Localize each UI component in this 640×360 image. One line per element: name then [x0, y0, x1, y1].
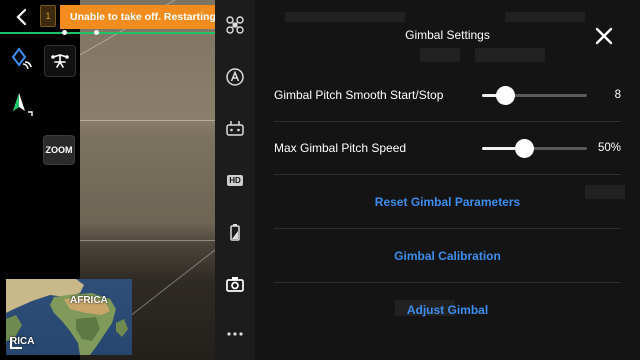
adjust-gimbal-row: Adjust Gimbal	[274, 283, 621, 337]
panel-title: Gimbal Settings	[405, 28, 490, 42]
map-mode-button[interactable]	[10, 47, 34, 71]
status-progress-line	[0, 32, 215, 34]
a-circle-icon	[226, 68, 244, 86]
remote-controller-tab[interactable]	[225, 119, 245, 139]
close-button[interactable]	[594, 26, 614, 46]
remote-controller-icon	[226, 121, 244, 136]
minimap-label-africa: AFRICA	[70, 295, 108, 306]
more-tab[interactable]	[225, 324, 245, 344]
battery-level-badge: 1	[40, 5, 56, 27]
track-mode-button[interactable]	[44, 45, 76, 77]
gimbal-calibration-button[interactable]: Gimbal Calibration	[274, 229, 621, 283]
setting-value: 50%	[597, 142, 621, 154]
settings-toolbar: HD	[215, 0, 255, 360]
gimbal-calibration-row: Gimbal Calibration	[274, 229, 621, 283]
slider-thumb[interactable]	[496, 86, 516, 105]
battery-tab[interactable]	[225, 222, 245, 242]
alert-banner[interactable]: Unable to take off. Restarting aircraft.…	[60, 5, 215, 29]
slider-thumb[interactable]	[515, 139, 534, 158]
reset-gimbal-parameters-button[interactable]: Reset Gimbal Parameters	[274, 175, 621, 229]
more-dots-icon	[227, 332, 243, 336]
navigation-button[interactable]	[10, 90, 38, 118]
compass-diamond-icon	[11, 47, 32, 70]
drone-icon	[226, 16, 244, 34]
hd-icon: HD	[227, 174, 243, 186]
setting-label: Gimbal Pitch Smooth Start/Stop	[274, 88, 444, 102]
reset-gimbal-row: Reset Gimbal Parameters	[274, 175, 621, 229]
aircraft-settings-tab[interactable]	[225, 15, 245, 35]
adjust-gimbal-button[interactable]: Adjust Gimbal	[274, 283, 621, 337]
gimbal-settings-panel: Gimbal Settings Gimbal Pitch Smooth Star…	[255, 0, 640, 360]
max-pitch-speed-slider[interactable]	[482, 139, 587, 158]
chevron-left-icon	[16, 8, 27, 26]
progress-marker	[94, 30, 99, 35]
close-icon	[595, 27, 613, 45]
setting-label: Max Gimbal Pitch Speed	[274, 141, 407, 155]
setting-row-max-pitch-speed: Max Gimbal Pitch Speed 50%	[274, 122, 621, 175]
pitch-smooth-slider[interactable]	[482, 86, 587, 105]
minimap-expand-icon[interactable]	[10, 337, 22, 349]
video-transmission-tab[interactable]: HD	[225, 170, 245, 190]
camera-tab[interactable]	[225, 274, 245, 294]
zoom-button[interactable]: ZOOM	[43, 135, 75, 165]
minimap[interactable]: AFRICA RICA	[6, 279, 132, 355]
battery-icon	[230, 224, 240, 241]
setting-row-pitch-smooth: Gimbal Pitch Smooth Start/Stop 8	[274, 69, 621, 122]
drone-track-icon	[51, 54, 69, 68]
camera-icon	[226, 277, 244, 292]
setting-value: 8	[614, 89, 621, 101]
navigation-arrow-icon	[13, 93, 33, 116]
back-button[interactable]	[10, 6, 32, 28]
flight-mode-tab[interactable]	[225, 67, 245, 87]
progress-marker	[62, 30, 67, 35]
